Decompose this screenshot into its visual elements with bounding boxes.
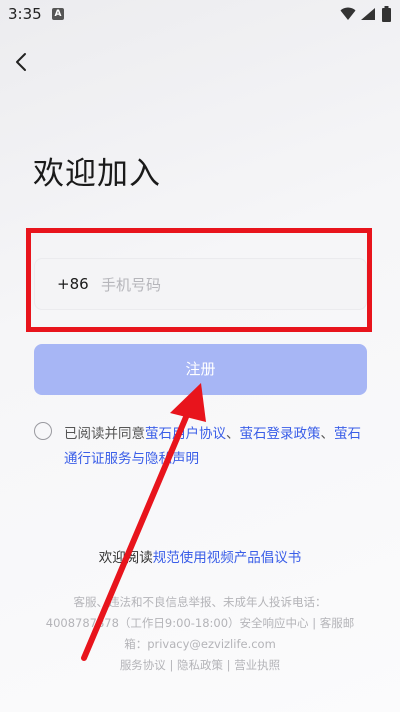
footer-divider: | [165,658,177,672]
battery-icon [382,6,391,22]
status-bar: 3:35 A [0,0,400,30]
page-title: 欢迎加入 [33,156,161,192]
user-agreement-link[interactable]: 萤石用户协议 [145,426,226,442]
back-button[interactable] [8,48,36,76]
business-license-link[interactable]: 营业执照 [234,658,280,672]
annotation-highlight-box [26,228,372,332]
footer: 客服、违法和不良信息举报、未成年人投诉电话： 4008787878（工作日9:0… [30,592,370,676]
footer-line: 4008787878（工作日9:00-18:00）安全响应中心 | 客服邮 [45,616,355,630]
service-agreement-link[interactable]: 服务协议 [120,658,166,672]
initiative-line: 欢迎阅读规范使用视频产品倡议书 [0,546,400,566]
agreement-checkbox[interactable] [34,422,52,440]
notification-icon: A [52,8,64,20]
footer-line: 箱：privacy@ezvizlife.com [124,637,276,651]
chevron-left-icon [16,53,26,71]
agreement-separator: 、 [226,426,240,442]
initiative-prefix: 欢迎阅读 [98,550,153,566]
privacy-policy-link[interactable]: 隐私政策 [177,658,223,672]
agreement-separator: 、 [320,426,335,442]
footer-links: 服务协议 | 隐私政策 | 营业执照 [30,655,370,676]
wifi-icon [340,7,356,20]
initiative-link[interactable]: 规范使用视频产品倡议书 [153,550,302,566]
footer-line: 客服、违法和不良信息举报、未成年人投诉电话： [73,595,327,609]
register-button[interactable]: 注册 [34,344,367,395]
status-time: 3:35 [8,5,42,23]
signal-icon [361,8,375,20]
agreement-prefix: 已阅读并同意 [64,426,145,442]
agreement-text: 已阅读并同意萤石用户协议、萤石登录政策、萤石通行证服务与隐私声明 [64,422,364,472]
login-policy-link[interactable]: 萤石登录政策 [240,426,321,442]
footer-divider: | [223,658,235,672]
